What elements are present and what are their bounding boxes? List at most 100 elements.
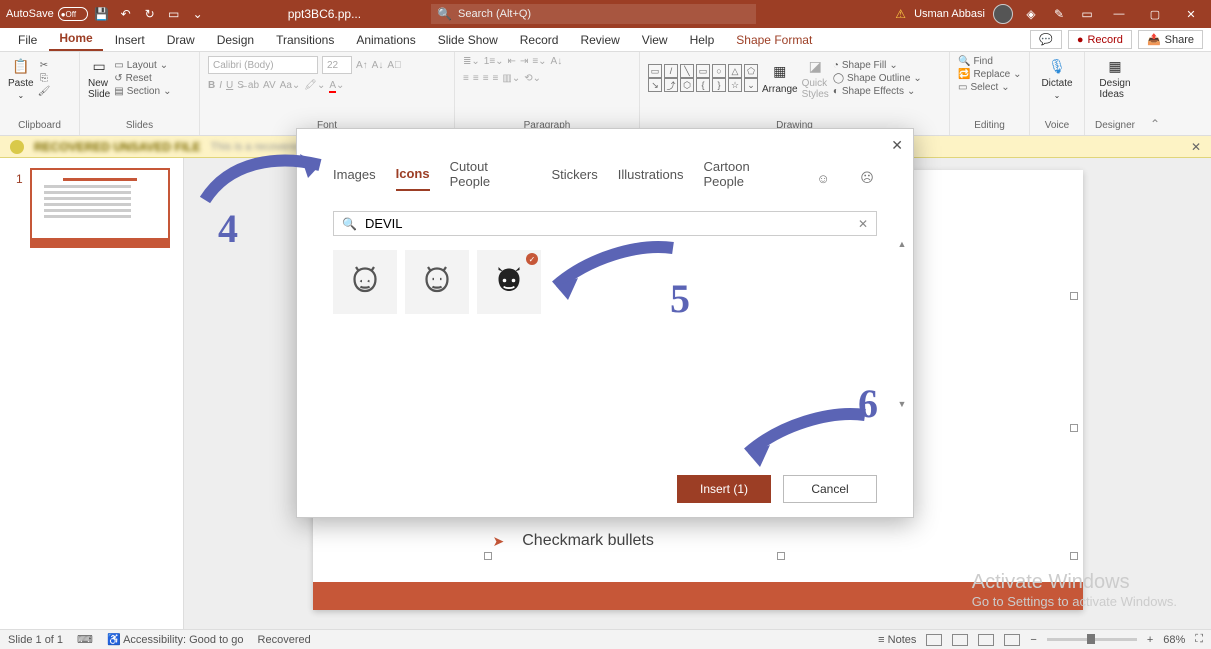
- font-size-combo[interactable]: 22: [322, 56, 352, 74]
- dtab-illustrations[interactable]: Illustrations: [618, 167, 684, 190]
- smile-face-icon[interactable]: ☺: [813, 168, 833, 188]
- dialog-close-icon[interactable]: ✕: [891, 137, 903, 154]
- tab-animations[interactable]: Animations: [346, 29, 425, 51]
- minimize-button[interactable]: —: [1105, 2, 1133, 26]
- cancel-button[interactable]: Cancel: [783, 475, 877, 503]
- paste-button[interactable]: 📋Paste⌄: [8, 56, 34, 100]
- shape-fill-button[interactable]: ◔ Shape Fill ⌄: [833, 60, 898, 71]
- linespacing-icon[interactable]: ≡⌄: [532, 56, 546, 67]
- tab-help[interactable]: Help: [680, 29, 725, 51]
- normal-view-icon[interactable]: [926, 634, 942, 646]
- dtab-icons[interactable]: Icons: [396, 166, 430, 191]
- dtab-stickers[interactable]: Stickers: [552, 167, 598, 190]
- save-icon[interactable]: 💾: [92, 4, 112, 24]
- icon-result-2[interactable]: [405, 250, 469, 314]
- dialog-search[interactable]: 🔍 ✕: [333, 211, 877, 236]
- section-button[interactable]: ▤ Section ⌄: [114, 86, 171, 97]
- textdir-icon[interactable]: ⟲⌄: [524, 73, 541, 84]
- dtab-images[interactable]: Images: [333, 167, 376, 190]
- strike-icon[interactable]: S̶: [237, 80, 244, 91]
- design-ideas-button[interactable]: ▦Design Ideas: [1093, 56, 1137, 100]
- tab-file[interactable]: File: [8, 29, 47, 51]
- highlight-icon[interactable]: 🖍⌄: [304, 80, 325, 91]
- dtab-cartoon[interactable]: Cartoon People: [703, 159, 793, 197]
- spacing-icon[interactable]: AV: [263, 80, 276, 91]
- replace-button[interactable]: 🔁 Replace ⌄: [958, 69, 1022, 80]
- ribbon-mode-icon[interactable]: ▭: [1077, 4, 1097, 24]
- decrease-font-icon[interactable]: A↓: [372, 60, 384, 71]
- find-button[interactable]: 🔍 Find: [958, 56, 993, 67]
- clear-format-icon[interactable]: A⃠: [387, 60, 401, 71]
- cut-icon[interactable]: ✂: [40, 60, 48, 71]
- search-input[interactable]: [458, 8, 750, 20]
- user-avatar-icon[interactable]: [993, 4, 1013, 24]
- redo-icon[interactable]: ↻: [140, 4, 160, 24]
- tab-transitions[interactable]: Transitions: [266, 29, 344, 51]
- font-color-icon[interactable]: A⌄: [329, 80, 344, 91]
- autosave-state[interactable]: ● Off: [58, 7, 88, 21]
- diamond-icon[interactable]: ◈: [1021, 4, 1041, 24]
- zoom-level[interactable]: 68%: [1163, 634, 1185, 646]
- quickstyles-button[interactable]: ◪Quick Styles: [802, 56, 829, 100]
- arrange-button[interactable]: ▦Arrange: [762, 62, 798, 95]
- recovery-close-icon[interactable]: ✕: [1191, 140, 1201, 154]
- collapse-ribbon-icon[interactable]: ⌃: [1150, 117, 1160, 131]
- reading-view-icon[interactable]: [978, 634, 994, 646]
- icon-result-3-selected[interactable]: ✓: [477, 250, 541, 314]
- record-button[interactable]: ● Record: [1068, 30, 1132, 49]
- outdent-icon[interactable]: ⇤: [508, 56, 516, 67]
- dtab-cutout[interactable]: Cutout People: [450, 159, 532, 197]
- present-icon[interactable]: ▭: [164, 4, 184, 24]
- search-bar[interactable]: 🔍: [431, 4, 756, 24]
- columns-icon[interactable]: ▥⌄: [502, 73, 520, 84]
- tool-icon[interactable]: ✎: [1049, 4, 1069, 24]
- tab-insert[interactable]: Insert: [105, 29, 155, 51]
- tab-review[interactable]: Review: [570, 29, 629, 51]
- slide-thumbnail-1[interactable]: [30, 168, 170, 248]
- tab-draw[interactable]: Draw: [157, 29, 205, 51]
- numbering-icon[interactable]: 1≡⌄: [484, 56, 504, 67]
- zoom-in-icon[interactable]: +: [1147, 634, 1153, 646]
- comments-button[interactable]: 💬: [1030, 30, 1062, 49]
- dialog-search-input[interactable]: [365, 216, 850, 231]
- align-center-icon[interactable]: ≡: [473, 73, 479, 84]
- select-button[interactable]: ▭ Select ⌄: [958, 82, 1010, 93]
- dialog-scrollbar[interactable]: ▲ ▼: [897, 239, 907, 409]
- layout-button[interactable]: ▭ Layout ⌄: [114, 60, 168, 71]
- new-slide-button[interactable]: ▭New Slide: [88, 56, 110, 100]
- sorter-view-icon[interactable]: [952, 634, 968, 646]
- tab-view[interactable]: View: [632, 29, 678, 51]
- share-button[interactable]: 📤 Share: [1138, 30, 1203, 49]
- zoom-slider[interactable]: [1047, 638, 1137, 641]
- tab-slideshow[interactable]: Slide Show: [428, 29, 508, 51]
- lang-icon[interactable]: ⌨: [77, 633, 93, 646]
- case-icon[interactable]: Aa⌄: [280, 80, 301, 91]
- warning-icon[interactable]: ⚠: [895, 7, 906, 21]
- align-right-icon[interactable]: ≡: [483, 73, 489, 84]
- shapes-gallery[interactable]: ▭/╲▭○△⬠ ↘⤴⬡{}☆⌄: [648, 64, 758, 92]
- icon-result-1[interactable]: [333, 250, 397, 314]
- notes-button[interactable]: ≡ Notes: [878, 634, 916, 646]
- scroll-down-icon[interactable]: ▼: [898, 399, 907, 409]
- shape-outline-button[interactable]: ◯ Shape Outline ⌄: [833, 73, 922, 84]
- sort-icon[interactable]: A↓: [551, 56, 563, 67]
- font-name-combo[interactable]: Calibri (Body): [208, 56, 318, 74]
- fit-to-window-icon[interactable]: ⛶: [1195, 633, 1203, 646]
- align-left-icon[interactable]: ≡: [463, 73, 469, 84]
- justify-icon[interactable]: ≡: [493, 73, 499, 84]
- underline-icon[interactable]: U: [226, 80, 233, 91]
- copy-icon[interactable]: ⎘: [40, 73, 48, 84]
- bold-icon[interactable]: B: [208, 80, 215, 91]
- scroll-up-icon[interactable]: ▲: [898, 239, 907, 249]
- tab-record[interactable]: Record: [510, 29, 569, 51]
- close-button[interactable]: ✕: [1177, 2, 1205, 26]
- dictate-button[interactable]: 🎙Dictate⌄: [1038, 56, 1076, 100]
- more-qat-icon[interactable]: ⌄: [188, 4, 208, 24]
- accessibility-status[interactable]: ♿ Accessibility: Good to go: [107, 633, 244, 646]
- undo-icon[interactable]: ↶: [116, 4, 136, 24]
- maximize-button[interactable]: ▢: [1141, 2, 1169, 26]
- frown-face-icon[interactable]: ☹: [857, 168, 877, 188]
- reset-button[interactable]: ↺ Reset: [114, 73, 152, 84]
- tab-home[interactable]: Home: [49, 27, 102, 51]
- thumbnail-pane[interactable]: [0, 158, 184, 629]
